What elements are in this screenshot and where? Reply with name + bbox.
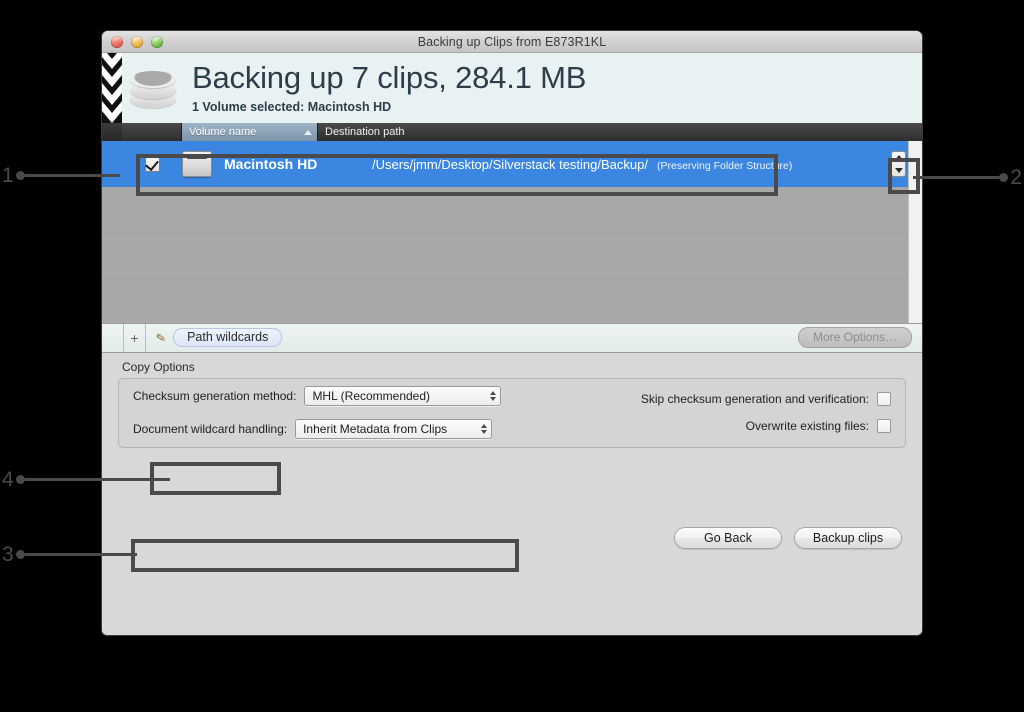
window-titlebar[interactable]: Backing up Clips from E873R1KL <box>102 31 922 53</box>
empty-row <box>102 187 922 233</box>
pencil-icon[interactable]: ✎ <box>155 330 167 346</box>
wildcard-toolbar: + ✎ Path wildcards More Options… <box>102 322 922 353</box>
column-header-destination-path[interactable]: Destination path <box>318 123 922 141</box>
table-row[interactable]: Macintosh HD /Users/jmm/Desktop/Silverst… <box>102 141 922 187</box>
column-header-checkbox <box>122 123 182 141</box>
row-destination-path-value: /Users/jmm/Desktop/Silverstack testing/B… <box>372 156 648 172</box>
row-destination-path: /Users/jmm/Desktop/Silverstack testing/B… <box>372 157 792 172</box>
more-options-button[interactable]: More Options… <box>797 327 912 348</box>
copy-options-box: Checksum generation method: MHL (Recomme… <box>118 377 906 448</box>
row-destination-note: (Preserving Folder Structure) <box>656 159 793 172</box>
skip-checksum-checkbox[interactable] <box>877 392 891 406</box>
annotation-marker-1: 1 <box>2 165 120 186</box>
sort-ascending-icon <box>304 129 312 135</box>
hard-drive-icon <box>182 151 212 177</box>
checksum-method-select[interactable]: MHL (Recommended) <box>304 386 502 406</box>
annotation-dot <box>15 475 25 484</box>
empty-row <box>102 233 922 279</box>
header-banner: Backing up 7 clips, 284.1 MB 1 Volume se… <box>102 53 922 123</box>
row-volume-name: Macintosh HD <box>224 156 318 172</box>
disk-stack-icon <box>130 67 176 109</box>
overwrite-files-checkbox[interactable] <box>877 419 891 433</box>
annotation-leader-line <box>24 478 170 481</box>
annotation-marker-4-number: 4 <box>2 468 14 491</box>
annotation-dot <box>15 171 25 180</box>
backup-clips-button[interactable]: Backup clips <box>794 527 902 550</box>
header-text: Backing up 7 clips, 284.1 MB 1 Volume se… <box>192 62 586 114</box>
checksum-method-label: Checksum generation method: <box>133 389 297 403</box>
column-header-destination-path-label: Destination path <box>325 126 405 138</box>
annotation-marker-1-number: 1 <box>2 164 14 187</box>
empty-list-area <box>102 187 922 323</box>
annotation-leader-line <box>24 174 120 177</box>
column-header-spacer <box>102 123 122 141</box>
row-checkbox-cell <box>122 156 182 172</box>
stepper-up-icon[interactable] <box>894 155 903 160</box>
annotation-marker-3: 3 <box>2 544 137 565</box>
column-header-volume-name[interactable]: Volume name <box>182 123 318 141</box>
checksum-method-row: Checksum generation method: MHL (Recomme… <box>133 386 533 406</box>
table-column-headers: Volume name Destination path <box>102 123 922 141</box>
skip-checksum-label: Skip checksum generation and verificatio… <box>640 392 869 406</box>
overwrite-files-row: Overwrite existing files: <box>533 419 891 433</box>
path-wildcards-pill[interactable]: Path wildcards <box>173 328 283 347</box>
annotation-marker-4: 4 <box>2 469 170 490</box>
annotation-leader-line <box>24 553 137 556</box>
page-subtitle: 1 Volume selected: Macintosh HD <box>192 99 392 114</box>
copy-options-section: Copy Options Checksum generation method:… <box>102 352 922 448</box>
document-wildcard-handling-select[interactable]: Inherit Metadata from Clips <box>295 419 493 439</box>
skip-checksum-row: Skip checksum generation and verificatio… <box>533 392 891 406</box>
annotation-dot <box>999 173 1009 182</box>
wildcard-toolbar-spacer <box>102 323 124 352</box>
overwrite-files-label: Overwrite existing files: <box>745 419 869 433</box>
annotation-marker-2: 2 <box>913 167 1022 188</box>
copy-options-right-column: Skip checksum generation and verificatio… <box>533 392 891 433</box>
document-wildcard-handling-row: Document wildcard handling: Inherit Meta… <box>133 419 533 439</box>
document-wildcard-handling-label: Document wildcard handling: <box>133 422 288 436</box>
page-title: Backing up 7 clips, 284.1 MB <box>192 60 587 96</box>
window-title: Backing up Clips from E873R1KL <box>417 34 607 49</box>
empty-row <box>102 279 922 323</box>
annotation-leader-line <box>913 176 1000 179</box>
chevron-updown-icon <box>490 391 497 401</box>
row-checkbox[interactable] <box>144 156 160 172</box>
annotation-marker-3-number: 3 <box>2 543 14 566</box>
path-stepper[interactable] <box>891 151 906 177</box>
copy-options-label: Copy Options <box>122 359 195 374</box>
checksum-method-value: MHL (Recommended) <box>312 389 431 403</box>
volume-list: Macintosh HD /Users/jmm/Desktop/Silverst… <box>102 141 922 323</box>
copy-options-left-column: Checksum generation method: MHL (Recomme… <box>133 386 533 439</box>
add-wildcard-button[interactable]: + <box>124 323 146 352</box>
go-back-button[interactable]: Go Back <box>674 527 782 550</box>
app-window: Backing up Clips from E873R1KL Backing u… <box>102 31 922 635</box>
annotation-marker-2-number: 2 <box>1010 166 1022 189</box>
annotation-dot <box>15 550 25 559</box>
window-footer: Go Back Backup clips <box>102 447 922 635</box>
document-wildcard-handling-value: Inherit Metadata from Clips <box>303 422 448 436</box>
chevron-updown-icon <box>481 424 488 434</box>
chevron-stripe-icon <box>102 53 122 123</box>
stepper-down-icon[interactable] <box>894 168 903 173</box>
column-header-volume-name-label: Volume name <box>189 126 257 138</box>
